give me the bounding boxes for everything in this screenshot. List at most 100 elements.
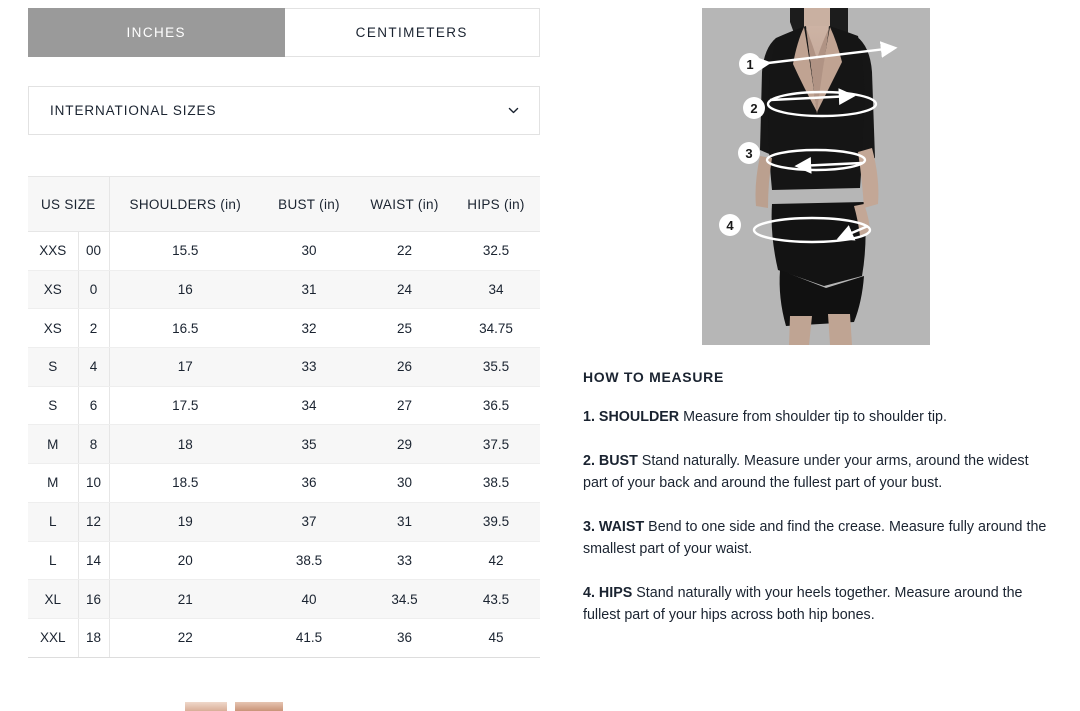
cell-bust: 38.5 (261, 541, 357, 581)
cell-waist: 27 (357, 386, 452, 426)
cell-waist: 25 (357, 308, 452, 349)
cell-size-number: 6 (78, 386, 110, 426)
cell-size-number: 8 (78, 424, 110, 465)
tab-centimeters-label: CENTIMETERS (355, 25, 468, 40)
cell-size-letter: S (28, 347, 79, 387)
table-row: XXL 18 22 41.5 36 45 (28, 618, 540, 658)
measure-step-term-text: SHOULDER (598, 409, 680, 425)
cell-size-letter: L (28, 541, 79, 581)
cell-size-letter: M (28, 424, 79, 465)
table-row: L 14 20 38.5 33 42 (28, 541, 540, 581)
cell-bust: 40 (261, 579, 357, 619)
measure-step-text: Stand naturally with your heels together… (583, 584, 1023, 624)
cell-hips: 34.75 (452, 308, 540, 349)
cell-hips: 36.5 (452, 386, 540, 426)
cell-size-number: 18 (78, 618, 110, 658)
cell-size-number: 10 (78, 463, 110, 503)
cell-bust: 33 (261, 347, 357, 387)
measure-step-number: 1. (583, 409, 599, 425)
table-row: M 8 18 35 29 37.5 (28, 424, 540, 465)
model-measurement-diagram: 1 2 3 4 (702, 8, 930, 345)
measure-step-number: 2. (583, 452, 599, 469)
cell-size-letter: XXS (28, 231, 79, 271)
cell-size-number: 00 (78, 231, 110, 271)
international-sizes-dropdown[interactable]: INTERNATIONAL SIZES (28, 86, 540, 135)
cell-size-number: 12 (78, 502, 110, 542)
cell-size-number: 2 (78, 308, 110, 349)
cell-waist: 33 (357, 541, 452, 581)
cell-waist: 22 (357, 231, 452, 271)
measure-step: 4. HIPS Stand naturally with your heels … (583, 582, 1048, 627)
measure-steps-list: 1. SHOULDER Measure from shoulder tip to… (583, 406, 1048, 627)
tab-centimeters[interactable]: CENTIMETERS (284, 8, 540, 57)
cell-shoulders: 16 (109, 270, 261, 310)
cell-waist: 26 (357, 347, 452, 387)
measure-step-text: Bend to one side and find the crease. Me… (583, 518, 1047, 558)
svg-text:1: 1 (746, 57, 753, 72)
tab-inches[interactable]: INCHES (28, 8, 285, 57)
cell-bust: 34 (261, 386, 357, 426)
measure-step-term-text: BUST (598, 452, 638, 469)
measure-step-term-text: WAIST (598, 518, 645, 535)
hips-marker: 4 (719, 214, 741, 236)
peek-image-left (185, 702, 227, 711)
measure-step-term-text: HIPS (598, 584, 633, 601)
cell-hips: 35.5 (452, 347, 540, 387)
table-row: M 10 18.5 36 30 38.5 (28, 463, 540, 503)
cell-bust: 35 (261, 424, 357, 465)
shoulder-marker: 1 (739, 53, 761, 75)
cell-shoulders: 17.5 (109, 386, 261, 426)
table-row: XS 2 16.5 32 25 34.75 (28, 308, 540, 349)
svg-text:4: 4 (726, 218, 734, 233)
size-guide-page: INCHES CENTIMETERS INTERNATIONAL SIZES U… (0, 0, 1080, 711)
waist-marker: 3 (738, 142, 760, 164)
cell-bust: 36 (261, 463, 357, 503)
cell-shoulders: 18.5 (109, 463, 261, 503)
cell-size-number: 16 (78, 579, 110, 619)
international-sizes-label: INTERNATIONAL SIZES (50, 103, 217, 118)
cell-size-letter: XXL (28, 618, 79, 658)
measure-step: 3. WAIST Bend to one side and find the c… (583, 516, 1048, 561)
peek-image-right (235, 702, 283, 711)
bust-marker: 2 (743, 97, 765, 119)
cell-shoulders: 22 (109, 618, 261, 658)
column-header-bust: BUST (in) (261, 176, 357, 232)
cell-size-letter: M (28, 463, 79, 503)
cell-hips: 32.5 (452, 231, 540, 271)
cell-bust: 30 (261, 231, 357, 271)
tab-inches-label: INCHES (126, 25, 186, 40)
cell-waist: 36 (357, 618, 452, 658)
size-chart-panel: INCHES CENTIMETERS INTERNATIONAL SIZES U… (28, 8, 540, 658)
table-header-row: US SIZE SHOULDERS (in) BUST (in) WAIST (… (28, 176, 540, 232)
cell-hips: 37.5 (452, 424, 540, 465)
cell-hips: 34 (452, 270, 540, 310)
cell-size-number: 14 (78, 541, 110, 581)
cell-bust: 41.5 (261, 618, 357, 658)
next-product-image-peek (150, 700, 325, 711)
cell-size-letter: XS (28, 308, 79, 349)
measure-step: 2. BUST Stand naturally. Measure under y… (583, 450, 1048, 495)
chevron-down-icon (507, 104, 520, 117)
cell-waist: 31 (357, 502, 452, 542)
table-body: XXS 00 15.5 30 22 32.5 XS 0 16 31 24 34 XS 2 16.5 32 25 3… (28, 231, 540, 658)
cell-bust: 32 (261, 308, 357, 349)
measure-step-number: 4. (583, 584, 599, 601)
cell-waist: 29 (357, 424, 452, 465)
cell-bust: 31 (261, 270, 357, 310)
cell-size-number: 0 (78, 270, 110, 310)
measure-step-term: 3. WAIST (583, 519, 644, 535)
column-header-shoulders: SHOULDERS (in) (109, 176, 261, 232)
cell-size-letter: L (28, 502, 79, 542)
measure-step-text: Measure from shoulder tip to shoulder ti… (679, 409, 947, 425)
unit-tabs: INCHES CENTIMETERS (28, 8, 540, 57)
cell-size-letter: S (28, 386, 79, 426)
cell-shoulders: 19 (109, 502, 261, 542)
how-to-measure-title: HOW TO MEASURE (583, 369, 724, 385)
cell-hips: 42 (452, 541, 540, 581)
column-header-waist: WAIST (in) (357, 176, 452, 232)
column-header-us-size: US SIZE (28, 176, 110, 232)
column-header-hips: HIPS (in) (452, 176, 540, 232)
measure-step-term: 1. SHOULDER (583, 409, 679, 425)
svg-text:2: 2 (750, 101, 757, 116)
cell-hips: 45 (452, 618, 540, 658)
